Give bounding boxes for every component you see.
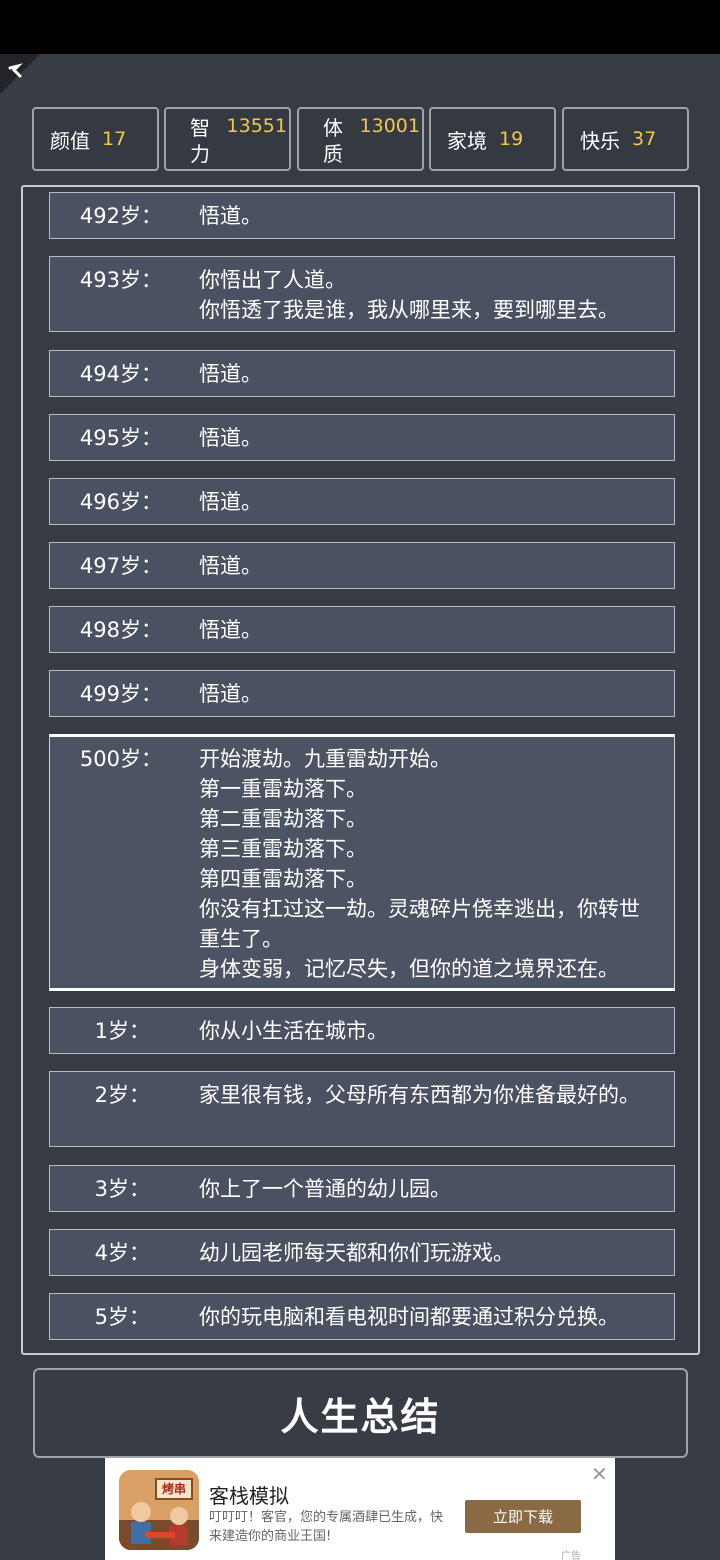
log-events: 悟道。	[199, 679, 659, 709]
log-events: 家里很有钱，父母所有东西都为你准备最好的。	[199, 1080, 659, 1110]
log-entry: 4岁： 幼儿园老师每天都和你们玩游戏。	[49, 1229, 675, 1276]
log-event: 你没有扛过这一劫。灵魂碎片侥幸逃出，你转世重生了。	[199, 897, 640, 951]
log-entry: 1岁： 你从小生活在城市。	[49, 1007, 675, 1054]
log-age: 498岁：	[79, 618, 162, 642]
log-entry: 498岁： 悟道。	[49, 606, 675, 653]
log-entry: 496岁： 悟道。	[49, 478, 675, 525]
log-events: 你上了一个普通的幼儿园。	[199, 1174, 659, 1204]
stat-happiness: 快乐 37	[562, 107, 689, 171]
log-age: 5岁：	[94, 1305, 150, 1329]
log-entry: 2岁： 家里很有钱，父母所有东西都为你准备最好的。	[49, 1071, 675, 1147]
stat-value: 37	[632, 128, 657, 150]
log-event: 你悟透了我是谁，我从哪里来，要到哪里去。	[199, 298, 619, 322]
stat-label: 智力	[190, 116, 210, 166]
log-event: 家里很有钱，父母所有东西都为你准备最好的。	[199, 1083, 640, 1107]
stat-value: 19	[499, 128, 524, 150]
log-event: 悟道。	[199, 682, 262, 706]
log-age: 493岁：	[79, 268, 162, 292]
log-age: 4岁：	[94, 1241, 150, 1265]
log-event: 第四重雷劫落下。	[199, 867, 367, 891]
log-events: 悟道。	[199, 551, 659, 581]
ad-title[interactable]: 客栈模拟	[209, 1480, 289, 1509]
log-age: 500岁：	[79, 747, 162, 771]
log-event: 第二重雷劫落下。	[199, 807, 367, 831]
back-arrow-icon[interactable]	[0, 54, 40, 94]
stat-label: 颜值	[50, 128, 90, 153]
log-event: 你上了一个普通的幼儿园。	[199, 1177, 451, 1201]
log-entry: 499岁： 悟道。	[49, 670, 675, 717]
log-events: 你从小生活在城市。	[199, 1016, 659, 1046]
ad-description: 叮叮叮！客官，您的专属酒肆已生成，快来建造你的商业王国!	[209, 1510, 444, 1544]
log-event: 第一重雷劫落下。	[199, 777, 367, 801]
stat-label: 家境	[447, 128, 487, 153]
log-event: 你的玩电脑和看电视时间都要通过积分兑换。	[199, 1305, 619, 1329]
log-entry: 495岁： 悟道。	[49, 414, 675, 461]
stat-value: 13001	[359, 115, 420, 137]
log-age: 499岁：	[79, 682, 162, 706]
ad-download-button[interactable]: 立即下载	[465, 1500, 581, 1533]
stat-label: 快乐	[580, 128, 620, 153]
status-bar	[0, 0, 720, 54]
log-events: 悟道。	[199, 359, 659, 389]
log-age: 496岁：	[79, 490, 162, 514]
log-events: 幼儿园老师每天都和你们玩游戏。	[199, 1238, 659, 1268]
log-events: 悟道。	[199, 423, 659, 453]
stat-appearance: 颜值 17	[32, 107, 159, 171]
ad-close-icon[interactable]: ✕	[591, 1462, 608, 1486]
log-events: 你的玩电脑和看电视时间都要通过积分兑换。	[199, 1302, 659, 1332]
ad-app-icon[interactable]: 烤串	[119, 1470, 199, 1550]
log-entry: 492岁： 悟道。	[49, 192, 675, 239]
log-event: 你从小生活在城市。	[199, 1019, 388, 1043]
log-age: 494岁：	[79, 362, 162, 386]
log-entry-highlighted: 500岁： 开始渡劫。九重雷劫开始。 第一重雷劫落下。 第二重雷劫落下。 第三重…	[49, 734, 675, 991]
log-event: 悟道。	[199, 426, 262, 450]
log-age: 1岁：	[94, 1019, 150, 1043]
log-event: 悟道。	[199, 554, 262, 578]
ad-tag: 广告	[561, 1551, 581, 1560]
log-events: 悟道。	[199, 487, 659, 517]
log-event: 开始渡劫。九重雷劫开始。	[199, 747, 451, 771]
log-age: 495岁：	[79, 426, 162, 450]
ad-icon-sign: 烤串	[155, 1478, 193, 1500]
log-events: 开始渡劫。九重雷劫开始。 第一重雷劫落下。 第二重雷劫落下。 第三重雷劫落下。 …	[199, 744, 659, 984]
log-entry: 497岁： 悟道。	[49, 542, 675, 589]
log-event: 悟道。	[199, 362, 262, 386]
log-age: 2岁：	[94, 1083, 150, 1107]
log-event: 悟道。	[199, 204, 262, 228]
log-entry: 5岁： 你的玩电脑和看电视时间都要通过积分兑换。	[49, 1293, 675, 1340]
log-entry: 493岁： 你悟出了人道。 你悟透了我是谁，我从哪里来，要到哪里去。	[49, 256, 675, 332]
life-log-panel[interactable]: 492岁： 悟道。 493岁： 你悟出了人道。 你悟透了我是谁，我从哪里来，要到…	[21, 185, 700, 1355]
stat-family: 家境 19	[429, 107, 556, 171]
log-entry: 3岁： 你上了一个普通的幼儿园。	[49, 1165, 675, 1212]
log-age: 492岁：	[79, 204, 162, 228]
log-events: 你悟出了人道。 你悟透了我是谁，我从哪里来，要到哪里去。	[199, 265, 659, 325]
life-summary-button[interactable]: 人生总结	[33, 1368, 688, 1458]
log-event: 幼儿园老师每天都和你们玩游戏。	[199, 1241, 514, 1265]
stat-intelligence: 智力 13551	[164, 107, 291, 171]
log-event: 你悟出了人道。	[199, 268, 346, 292]
log-entry: 494岁： 悟道。	[49, 350, 675, 397]
stat-value: 13551	[226, 115, 287, 137]
log-age: 497岁：	[79, 554, 162, 578]
log-event: 身体变弱，记忆尽失，但你的道之境界还在。	[199, 957, 619, 981]
stat-label: 体质	[323, 116, 343, 166]
log-event: 悟道。	[199, 490, 262, 514]
stat-physique: 体质 13001	[297, 107, 424, 171]
ad-banner[interactable]: 烤串 客栈模拟 叮叮叮！客官，您的专属酒肆已生成，快来建造你的商业王国! 立即下…	[105, 1458, 615, 1560]
log-age: 3岁：	[94, 1177, 150, 1201]
log-events: 悟道。	[199, 201, 659, 231]
log-event: 第三重雷劫落下。	[199, 837, 367, 861]
log-events: 悟道。	[199, 615, 659, 645]
stats-bar: 颜值 17 智力 13551 体质 13001 家境 19 快乐 37	[32, 107, 689, 171]
log-event: 悟道。	[199, 618, 262, 642]
stat-value: 17	[102, 128, 127, 150]
